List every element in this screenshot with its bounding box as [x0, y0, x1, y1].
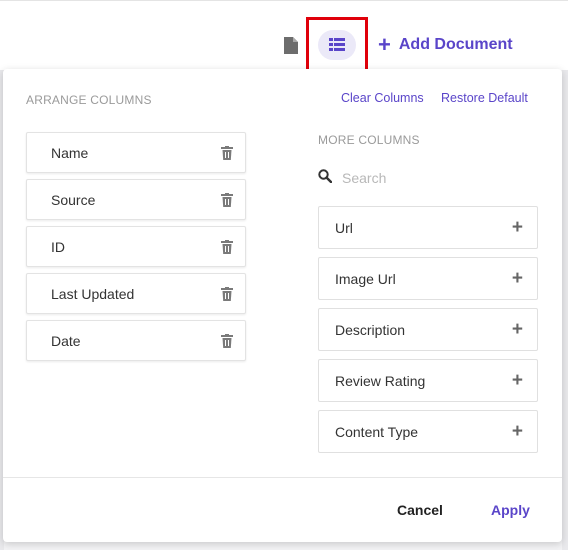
available-column-description[interactable]: Description +	[318, 308, 538, 351]
column-settings-panel: ARRANGE COLUMNS Clear Columns Restore De…	[3, 69, 562, 542]
list-view-icon	[318, 29, 356, 60]
search-input[interactable]	[342, 170, 522, 186]
column-label: Review Rating	[335, 372, 426, 389]
column-label: Name	[51, 144, 89, 161]
column-label: Date	[51, 332, 81, 349]
add-document-button[interactable]: + Add Document	[378, 32, 513, 57]
arranged-columns-list: Name Source ID Last Updated Date	[26, 132, 246, 367]
clear-columns-button[interactable]: Clear Columns	[341, 91, 424, 105]
more-columns-heading: MORE COLUMNS	[318, 133, 420, 147]
plus-icon[interactable]: +	[512, 218, 523, 237]
column-item-id[interactable]: ID	[26, 226, 246, 267]
column-item-date[interactable]: Date	[26, 320, 246, 361]
column-label: Source	[51, 191, 96, 208]
column-search	[318, 167, 538, 189]
plus-icon: +	[378, 32, 391, 57]
available-column-review-rating[interactable]: Review Rating +	[318, 359, 538, 402]
plus-icon[interactable]: +	[512, 422, 523, 441]
search-icon	[318, 168, 333, 188]
apply-button[interactable]: Apply	[491, 502, 530, 518]
arrange-columns-heading: ARRANGE COLUMNS	[26, 93, 152, 107]
trash-icon[interactable]	[221, 333, 233, 348]
plus-icon[interactable]: +	[512, 371, 523, 390]
available-columns-list: Url + Image Url + Description + Review R…	[318, 206, 538, 461]
panel-footer: Cancel Apply	[3, 477, 562, 542]
plus-icon[interactable]: +	[512, 269, 523, 288]
trash-icon[interactable]	[221, 145, 233, 160]
column-item-source[interactable]: Source	[26, 179, 246, 220]
available-column-content-type[interactable]: Content Type +	[318, 410, 538, 453]
available-column-image-url[interactable]: Image Url +	[318, 257, 538, 300]
trash-icon[interactable]	[221, 286, 233, 301]
plus-icon[interactable]: +	[512, 320, 523, 339]
column-label: Image Url	[335, 270, 396, 287]
column-label: ID	[51, 238, 65, 255]
column-item-last-updated[interactable]: Last Updated	[26, 273, 246, 314]
column-label: Last Updated	[51, 285, 135, 302]
background-edge	[562, 70, 568, 550]
column-view-button[interactable]	[306, 17, 368, 72]
cancel-button[interactable]: Cancel	[397, 502, 443, 518]
add-document-label: Add Document	[398, 36, 513, 53]
column-label: Description	[335, 321, 406, 338]
top-toolbar: + Add Document	[0, 0, 568, 72]
column-item-name[interactable]: Name	[26, 132, 246, 173]
column-label: Content Type	[335, 423, 419, 440]
available-column-url[interactable]: Url +	[318, 206, 538, 249]
column-label: Url	[335, 219, 353, 236]
trash-icon[interactable]	[221, 239, 233, 254]
restore-default-button[interactable]: Restore Default	[441, 91, 528, 105]
trash-icon[interactable]	[221, 192, 233, 207]
document-icon[interactable]	[284, 37, 298, 54]
